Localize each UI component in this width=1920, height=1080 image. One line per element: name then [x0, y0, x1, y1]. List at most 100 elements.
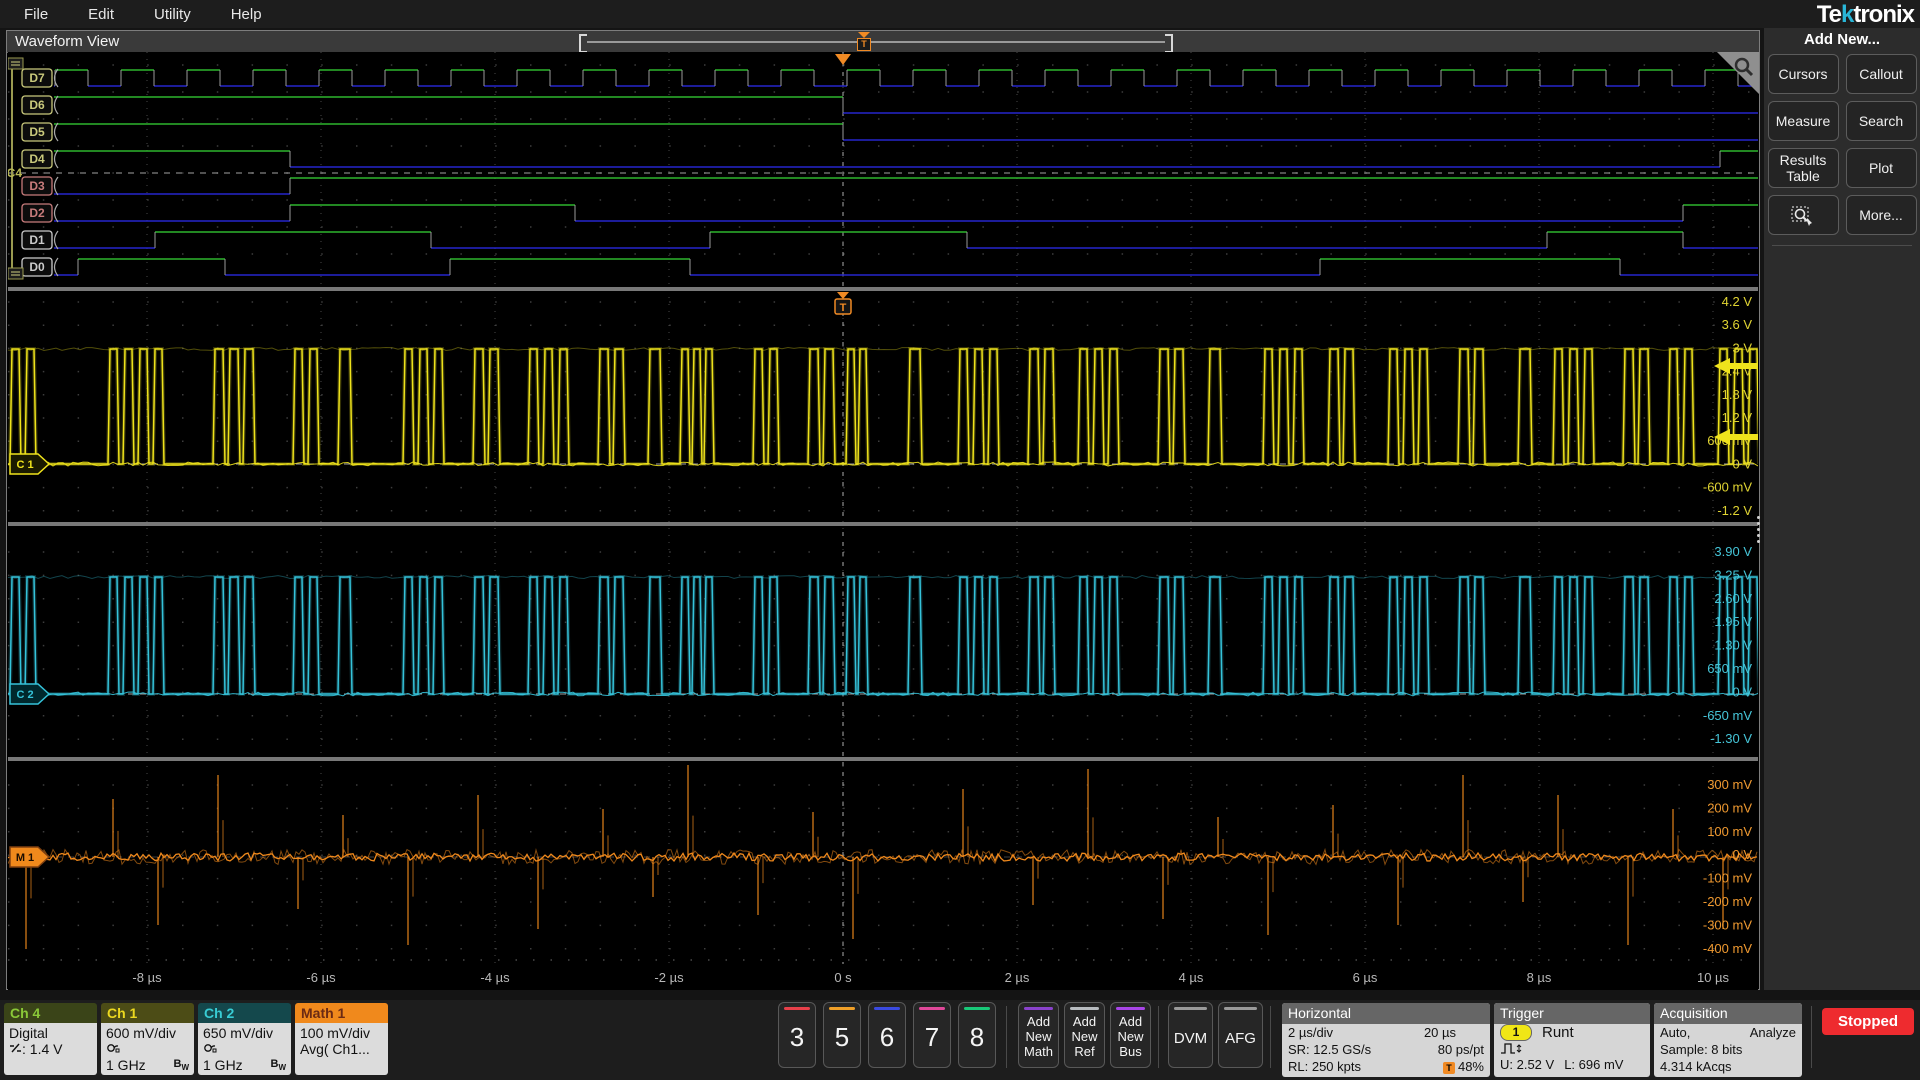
channel-key-3[interactable]: 3 [778, 1002, 816, 1068]
add-new-ref-button[interactable]: Add New Ref [1064, 1002, 1105, 1068]
divider [1006, 1006, 1007, 1068]
probe-icon [107, 1044, 120, 1053]
channel-key-5[interactable]: 5 [823, 1002, 861, 1068]
svg-text:-6 µs: -6 µs [306, 970, 336, 985]
bandwidth-limit-icon: BW [173, 1057, 189, 1072]
ch4-mode: Digital [9, 1025, 48, 1041]
divider [1270, 1006, 1271, 1068]
probe-icon [204, 1044, 217, 1053]
svg-text:3.90 V: 3.90 V [1714, 544, 1752, 559]
svg-text:8 µs: 8 µs [1527, 970, 1552, 985]
svg-text:-200 mV: -200 mV [1703, 894, 1752, 909]
acquisition-title: Acquisition [1654, 1003, 1802, 1024]
dvm-button[interactable]: DVM [1168, 1002, 1213, 1068]
svg-text:2 µs: 2 µs [1005, 970, 1030, 985]
channel-badge-math1[interactable]: Math 1 100 mV/div Avg( Ch1... [295, 1003, 388, 1075]
acquisition-count: 4.314 kAcqs [1660, 1059, 1732, 1074]
acquisition-panel[interactable]: Acquisition Auto, Analyze Sample: 8 bits … [1654, 1003, 1802, 1077]
zoom-select-icon[interactable] [1767, 195, 1839, 235]
waveform-plot[interactable]: D7 D6 D5 D4 D3 D2 D1 D0 C4 C 1 C 2 M 1 4.2 V 3.6 V 3 V… [8, 52, 1758, 990]
svg-text:0 V: 0 V [1732, 847, 1752, 862]
afg-button[interactable]: AFG [1218, 1002, 1263, 1068]
svg-text:M 1: M 1 [16, 852, 34, 864]
add-new-sidebar: Add New... Cursors Callout Measure Search Re… [1764, 28, 1920, 990]
add-new-measure-button[interactable]: Measure [1767, 101, 1839, 141]
horizontal-title: Horizontal [1282, 1003, 1490, 1024]
threshold-icon [10, 1043, 21, 1053]
add-new-math-button[interactable]: Add New Math [1018, 1002, 1059, 1068]
svg-text:0 V: 0 V [1732, 684, 1752, 699]
math1-scale: 100 mV/div [300, 1025, 371, 1041]
channel-badge-ch2[interactable]: Ch 2 650 mV/div 1 GHz BW [198, 1003, 291, 1075]
channel-key-8[interactable]: 8 [958, 1002, 996, 1068]
svg-text:1.30 V: 1.30 V [1714, 638, 1752, 653]
svg-text:-1.30 V: -1.30 V [1710, 731, 1752, 746]
bandwidth-limit-icon: BW [270, 1057, 286, 1072]
add-new-bus-button[interactable]: Add New Bus [1110, 1002, 1151, 1068]
svg-text:-600 mV: -600 mV [1703, 480, 1752, 495]
trigger-position-marker[interactable]: T [857, 32, 872, 51]
digital-channels [8, 57, 1758, 280]
trigger-lower-level: L: 696 mV [1564, 1057, 1624, 1072]
menu-item-help[interactable]: Help [227, 6, 266, 23]
svg-text:650 mV: 650 mV [1707, 661, 1752, 676]
digital-group-label: C4 [8, 166, 22, 180]
channel-badge-ch1[interactable]: Ch 1 600 mV/div 1 GHz BW [101, 1003, 194, 1075]
svg-text:-4 µs: -4 µs [480, 970, 510, 985]
add-new-search-button[interactable]: Search [1845, 101, 1917, 141]
menu-item-file[interactable]: File [20, 6, 52, 23]
math1-expression: Avg( Ch1... [300, 1041, 370, 1057]
acquisition-analyze: Analyze [1749, 1025, 1796, 1040]
digital-label-text: D0 [29, 260, 45, 274]
add-new-callout-button[interactable]: Callout [1845, 54, 1917, 94]
sample-rate: SR: 12.5 GS/s [1288, 1042, 1372, 1057]
svg-text:C 1: C 1 [16, 459, 33, 471]
slider-right-bracket [1165, 34, 1173, 53]
svg-text:200 mV: 200 mV [1707, 800, 1752, 815]
add-new-plot-button[interactable]: Plot [1845, 148, 1917, 188]
svg-text:6 µs: 6 µs [1353, 970, 1378, 985]
trigger-type: Runt [1542, 1024, 1574, 1041]
panel-resize-handle[interactable] [1757, 516, 1763, 543]
digital-label-text: D3 [29, 179, 45, 193]
ch1-scale: 600 mV/div [106, 1025, 177, 1041]
digital-label-text: D2 [29, 206, 45, 220]
ch4-name: Ch 4 [4, 1003, 97, 1023]
svg-text:-1.2 V: -1.2 V [1717, 503, 1752, 518]
digital-label-text: D4 [29, 152, 45, 166]
svg-text:4 µs: 4 µs [1179, 970, 1204, 985]
horizontal-position-slider[interactable]: T [579, 32, 1173, 53]
digital-label-text: D6 [29, 98, 45, 112]
channel-key-7[interactable]: 7 [913, 1002, 951, 1068]
digital-group-handle[interactable] [8, 267, 24, 280]
trigger-panel[interactable]: Trigger 1 Runt U: 2.52 V L: 696 mV [1494, 1003, 1650, 1077]
run-stop-button[interactable]: Stopped [1822, 1008, 1914, 1035]
add-new-results-table-button[interactable]: Results Table [1767, 148, 1839, 188]
digital-label-text: D5 [29, 125, 45, 139]
digital-label-text: D1 [29, 233, 45, 247]
menu-item-edit[interactable]: Edit [84, 6, 118, 23]
svg-text:-300 mV: -300 mV [1703, 917, 1752, 932]
trigger-upper-level: U: 2.52 V [1500, 1057, 1555, 1072]
horizontal-panel[interactable]: Horizontal 2 µs/div 20 µs SR: 12.5 GS/s 80… [1282, 1003, 1490, 1077]
channel-badge-ch4[interactable]: Ch 4 Digital : 1.4 V [4, 1003, 97, 1075]
math1-name: Math 1 [295, 1003, 388, 1023]
trigger-source-badge: 1 [1500, 1024, 1532, 1041]
digital-group-handle[interactable] [8, 57, 24, 70]
svg-text:3.25 V: 3.25 V [1714, 567, 1752, 582]
ch2-scale: 650 mV/div [203, 1025, 274, 1041]
c2-trace [8, 574, 1758, 697]
trigger-top-marker[interactable] [835, 54, 851, 65]
ch2-name: Ch 2 [198, 1003, 291, 1023]
svg-text:10 µs: 10 µs [1697, 970, 1730, 985]
channel-key-6[interactable]: 6 [868, 1002, 906, 1068]
menu-item-utility[interactable]: Utility [150, 6, 195, 23]
svg-text:0 s: 0 s [834, 970, 852, 985]
svg-text:2.60 V: 2.60 V [1714, 591, 1752, 606]
add-new-cursors-button[interactable]: Cursors [1767, 54, 1839, 94]
add-new-buttons: Cursors Callout Measure Search Results Table… [1764, 54, 1920, 235]
ch4-threshold: 1.4 V [29, 1041, 63, 1057]
sidebar-divider [1772, 245, 1912, 246]
svg-text:4.2 V: 4.2 V [1722, 294, 1753, 309]
add-new-more-button[interactable]: More... [1845, 195, 1917, 235]
